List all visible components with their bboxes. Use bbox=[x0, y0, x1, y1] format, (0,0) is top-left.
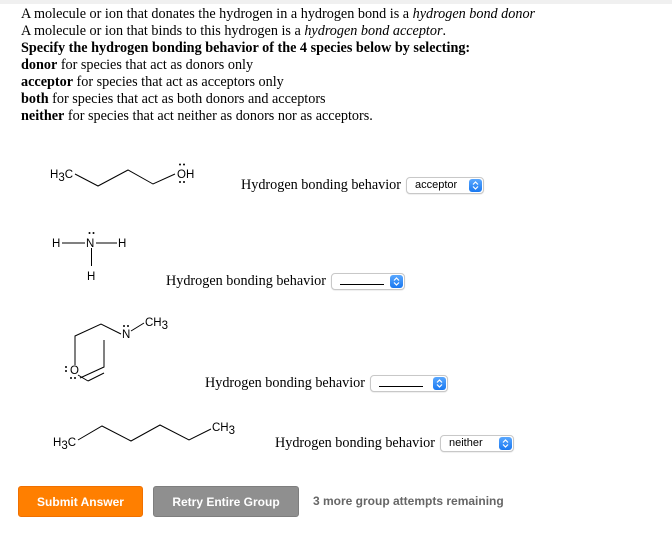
atom-label-ch3: CH3 bbox=[145, 317, 168, 332]
hb-label: Hydrogen bonding behavior bbox=[166, 273, 326, 289]
hb-row-3: Hydrogen bonding behavior bbox=[205, 375, 448, 392]
atom-label-o: O bbox=[70, 365, 79, 377]
hb-select-1[interactable]: acceptor bbox=[405, 177, 484, 194]
hb-label: Hydrogen bonding behavior bbox=[205, 375, 365, 391]
top-bar bbox=[0, 0, 672, 4]
hb-select-2[interactable] bbox=[330, 273, 405, 290]
option-desc-both: both for species that act as both donors… bbox=[21, 91, 326, 107]
atom-label-ch3: CH3 bbox=[212, 422, 235, 437]
hb-row-4: Hydrogen bonding behavior neither bbox=[275, 435, 514, 452]
retry-entire-group-button[interactable]: Retry Entire Group bbox=[153, 486, 299, 517]
hb-row-2: Hydrogen bonding behavior bbox=[166, 273, 405, 290]
submit-answer-button[interactable]: Submit Answer bbox=[18, 486, 143, 517]
updown-arrows-icon bbox=[468, 179, 482, 192]
instruction-line-donor-def: A molecule or ion that donates the hydro… bbox=[21, 6, 536, 22]
lone-pair-dot bbox=[127, 325, 129, 327]
option-desc-donor: donor for species that act as donors onl… bbox=[21, 57, 254, 73]
atom-label-h-right: H bbox=[118, 238, 126, 250]
atom-label-oh: OH bbox=[177, 169, 194, 181]
updown-arrows-icon bbox=[389, 275, 403, 288]
molecule-n-methylmorpholine: N CH3 O bbox=[50, 310, 180, 390]
instructions: A molecule or ion that donates the hydro… bbox=[21, 6, 535, 125]
hb-select-4[interactable]: neither bbox=[439, 435, 514, 452]
ring-bond-o-c bbox=[77, 374, 89, 382]
atom-label-h-left: H bbox=[52, 238, 60, 250]
attempts-remaining-text: 3 more group attempts remaining bbox=[313, 494, 504, 508]
hb-label: Hydrogen bonding behavior bbox=[275, 435, 435, 451]
atom-label-h3c: H3C bbox=[50, 169, 73, 184]
empty-selection bbox=[378, 376, 423, 387]
hb-row-1: Hydrogen bonding behavior acceptor bbox=[241, 177, 484, 194]
lone-pair-dot bbox=[92, 232, 95, 234]
ring-bonds-right bbox=[79, 340, 105, 379]
carbon-chain-bonds bbox=[74, 169, 176, 187]
molecule-ammonia: H N H H bbox=[52, 224, 132, 289]
ring-bonds-top-left bbox=[74, 323, 122, 365]
atom-label-n: N bbox=[86, 238, 94, 250]
molecule-butanol: H3C OH bbox=[50, 158, 220, 193]
molecule-hexane: H3C CH3 bbox=[53, 414, 253, 454]
carbon-chain-bonds bbox=[77, 424, 212, 442]
updown-arrows-icon bbox=[432, 377, 446, 390]
lone-pair-dot bbox=[123, 325, 125, 327]
ring-bond-bottom bbox=[87, 372, 105, 382]
lone-pair-dot bbox=[88, 232, 91, 234]
empty-selection bbox=[339, 274, 384, 285]
atom-label-h3c: H3C bbox=[53, 437, 76, 452]
option-desc-neither: neither for species that act neither as … bbox=[21, 108, 373, 124]
hb-label: Hydrogen bonding behavior bbox=[241, 177, 401, 193]
bond-n-ch3 bbox=[130, 322, 145, 332]
atom-label-h-bottom: H bbox=[87, 271, 95, 283]
hb-select-3[interactable] bbox=[369, 375, 448, 392]
updown-arrows-icon bbox=[498, 437, 512, 450]
option-desc-acceptor: acceptor for species that act as accepto… bbox=[21, 74, 284, 90]
instruction-task: Specify the hydrogen bonding behavior of… bbox=[21, 40, 471, 56]
atom-label-n: N bbox=[122, 329, 130, 341]
instruction-line-acceptor-def: A molecule or ion that binds to this hyd… bbox=[21, 23, 447, 39]
